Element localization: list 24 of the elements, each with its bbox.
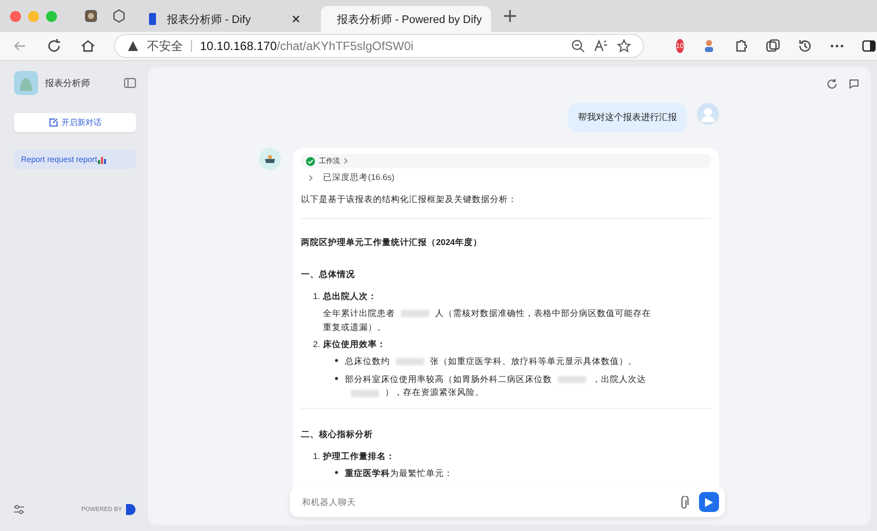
item-title: 总出院人次： bbox=[323, 291, 378, 303]
bullet-text: 总床位数约 张（如重症医学科、放疗科等单元显示具体数值）。 bbox=[345, 355, 638, 368]
chat-input[interactable]: 和机器人聊天 bbox=[290, 487, 725, 517]
section-heading: 二、核心指标分析 bbox=[301, 428, 374, 441]
bullet-text: 部分科室床位使用率较高（如胃肠外科二病区床位数 ，出院人次达 ），存在资源紧张风险。 bbox=[345, 372, 648, 400]
section-heading: 一、总体情况 bbox=[301, 269, 356, 281]
browser-tab[interactable]: 报表分析师 - Dify bbox=[139, 6, 309, 32]
conversation-item[interactable]: Report request report bbox=[14, 150, 136, 169]
report-title: 两院区护理单元工作量统计汇报（2024年度） bbox=[301, 237, 483, 249]
bullet-text: 重症医学科为最繁忙单元： bbox=[345, 466, 454, 480]
thinking-toggle[interactable]: 已深度思考(16.6s) bbox=[323, 172, 394, 184]
item-text: 全年累计出院患者 人（需核对数据准确性，表格中部分病区数值可能存在重复或遗漏）。 bbox=[323, 307, 652, 334]
address-field[interactable]: 不安全 10.10.168.170/chat/aKYhTF5slgOfSW0i bbox=[114, 34, 644, 58]
list-number: 2. bbox=[313, 339, 320, 352]
app-name: 报表分析师 bbox=[45, 76, 91, 90]
new-chat-button[interactable]: 开启新对话 bbox=[14, 113, 136, 132]
item-title: 护理工作量排名： bbox=[323, 450, 396, 463]
browser-tab[interactable]: 报表分析师 - Powered by Dify bbox=[321, 6, 491, 32]
user-message: 帮我对这个报表进行汇报 bbox=[568, 103, 687, 132]
list-number: 1. bbox=[313, 450, 320, 463]
intro-text: 以下是基于该报表的结构化汇报框架及关键数据分析： bbox=[301, 194, 518, 206]
list-number: 1. bbox=[313, 291, 320, 303]
item-title: 床位使用效率： bbox=[323, 339, 388, 352]
message-input[interactable]: 和机器人聊天 bbox=[300, 496, 669, 508]
